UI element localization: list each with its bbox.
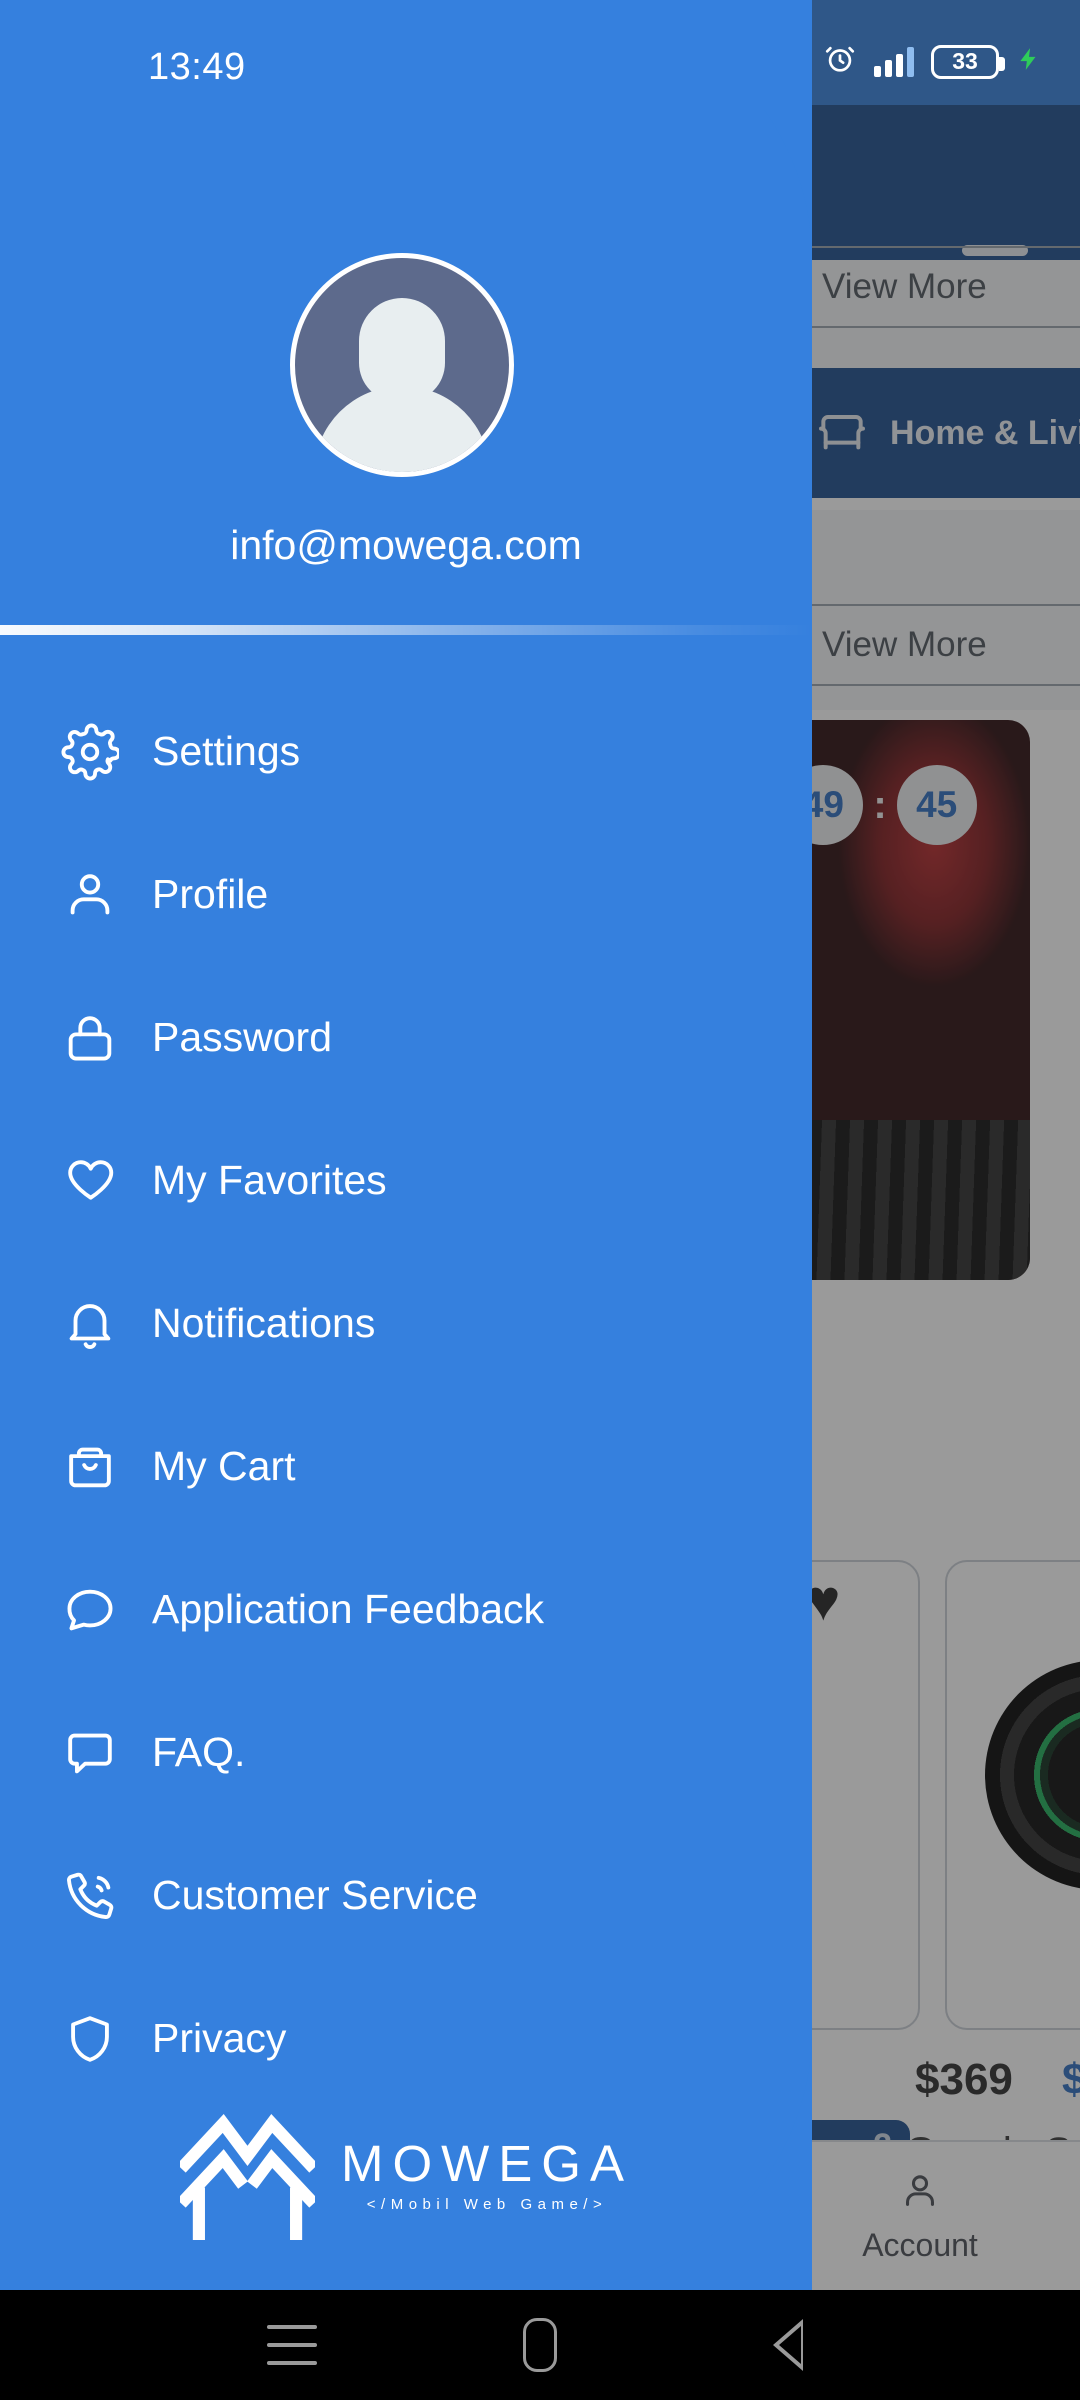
android-navigation-bar [0,2290,1080,2400]
menu-item-profile[interactable]: Profile [0,823,812,966]
brand-tagline: </Mobil Web Game/> [366,2196,608,2214]
drawer-content: info@mowega.com Settings Profile Passwor… [0,0,812,2290]
sofa-icon [812,403,872,464]
profile-email: info@mowega.com [230,522,582,568]
phone-screen: View More Home & Living View More : 49 :… [0,0,1080,2400]
recents-icon [267,2325,317,2365]
status-bar-icons: 33 [823,42,1042,81]
menu-item-privacy[interactable]: Privacy [0,1967,812,2110]
menu-item-faq[interactable]: FAQ. [0,1681,812,1824]
battery-percent: 33 [952,48,978,74]
bell-icon [58,1292,122,1356]
navigation-drawer: info@mowega.com Settings Profile Passwor… [0,0,812,2290]
home-icon [523,2318,557,2372]
android-recents-button[interactable] [168,2325,416,2365]
menu-item-notifications[interactable]: Notifications [0,1252,812,1395]
lock-icon [58,1006,122,1070]
menu-item-application-feedback[interactable]: Application Feedback [0,1538,812,1681]
product-price-alt: $ [1062,2055,1080,2104]
bottom-nav-account-label: Account [862,2227,978,2263]
menu-item-label: My Favorites [152,1157,387,1203]
menu-item-password[interactable]: Password [0,966,812,1109]
menu-item-my-favorites[interactable]: My Favorites [0,1109,812,1252]
menu-item-my-cart[interactable]: My Cart [0,1395,812,1538]
person-icon [897,2168,943,2219]
avatar[interactable] [290,253,514,477]
view-more-button-middle[interactable]: View More [790,604,1080,686]
countdown-seconds: 45 [896,765,977,845]
chat-bubble-round-icon [58,1578,122,1642]
product-price: $369 [915,2055,1013,2104]
menu-item-label: My Cart [152,1443,296,1489]
category-card-home-living[interactable]: Home & Living [790,368,1080,498]
alarm-icon [823,42,857,81]
shield-icon [58,2007,122,2071]
battery-icon: 33 [931,44,1005,79]
charging-bolt-icon [1016,42,1042,81]
menu-item-label: Settings [152,728,301,774]
drawer-divider [0,625,812,635]
menu-item-label: Notifications [152,1300,376,1346]
menu-item-label: Profile [152,871,269,917]
android-back-button[interactable] [664,2319,912,2371]
countdown-separator-2: : [873,783,887,827]
view-more-button-top[interactable]: View More [790,246,1080,328]
heart-icon [58,1149,122,1213]
chat-bubble-square-icon [58,1721,122,1785]
category-card-label: Home & Living [890,413,1080,452]
menu-item-settings[interactable]: Settings [0,680,812,823]
shopping-bag-icon [58,1435,122,1499]
menu-item-customer-service[interactable]: Customer Service [0,1824,812,1967]
menu-item-label: Password [152,1014,333,1060]
menu-item-label: Privacy [152,2015,287,2061]
status-bar: 13:49 33 [0,0,1080,105]
brand-logo: MOWEGA </Mobil Web Game/> [176,2105,700,2245]
bottom-nav-item-account[interactable]: Account [820,2168,1020,2264]
phone-call-icon [58,1864,122,1928]
signal-icon [874,46,914,77]
status-bar-clock: 13:49 [148,46,246,88]
android-home-button[interactable] [416,2318,664,2372]
menu-item-label: FAQ. [152,1729,246,1775]
menu-item-label: Customer Service [152,1872,478,1918]
drawer-menu-list: Settings Profile Password My Favorites N… [0,680,812,2110]
back-icon [773,2319,803,2371]
person-icon [58,863,122,927]
gear-icon [58,720,122,784]
menu-item-label: Application Feedback [152,1586,545,1632]
mowega-mountain-mark-icon [176,2110,319,2241]
brand-name: MOWEGA [341,2134,633,2192]
